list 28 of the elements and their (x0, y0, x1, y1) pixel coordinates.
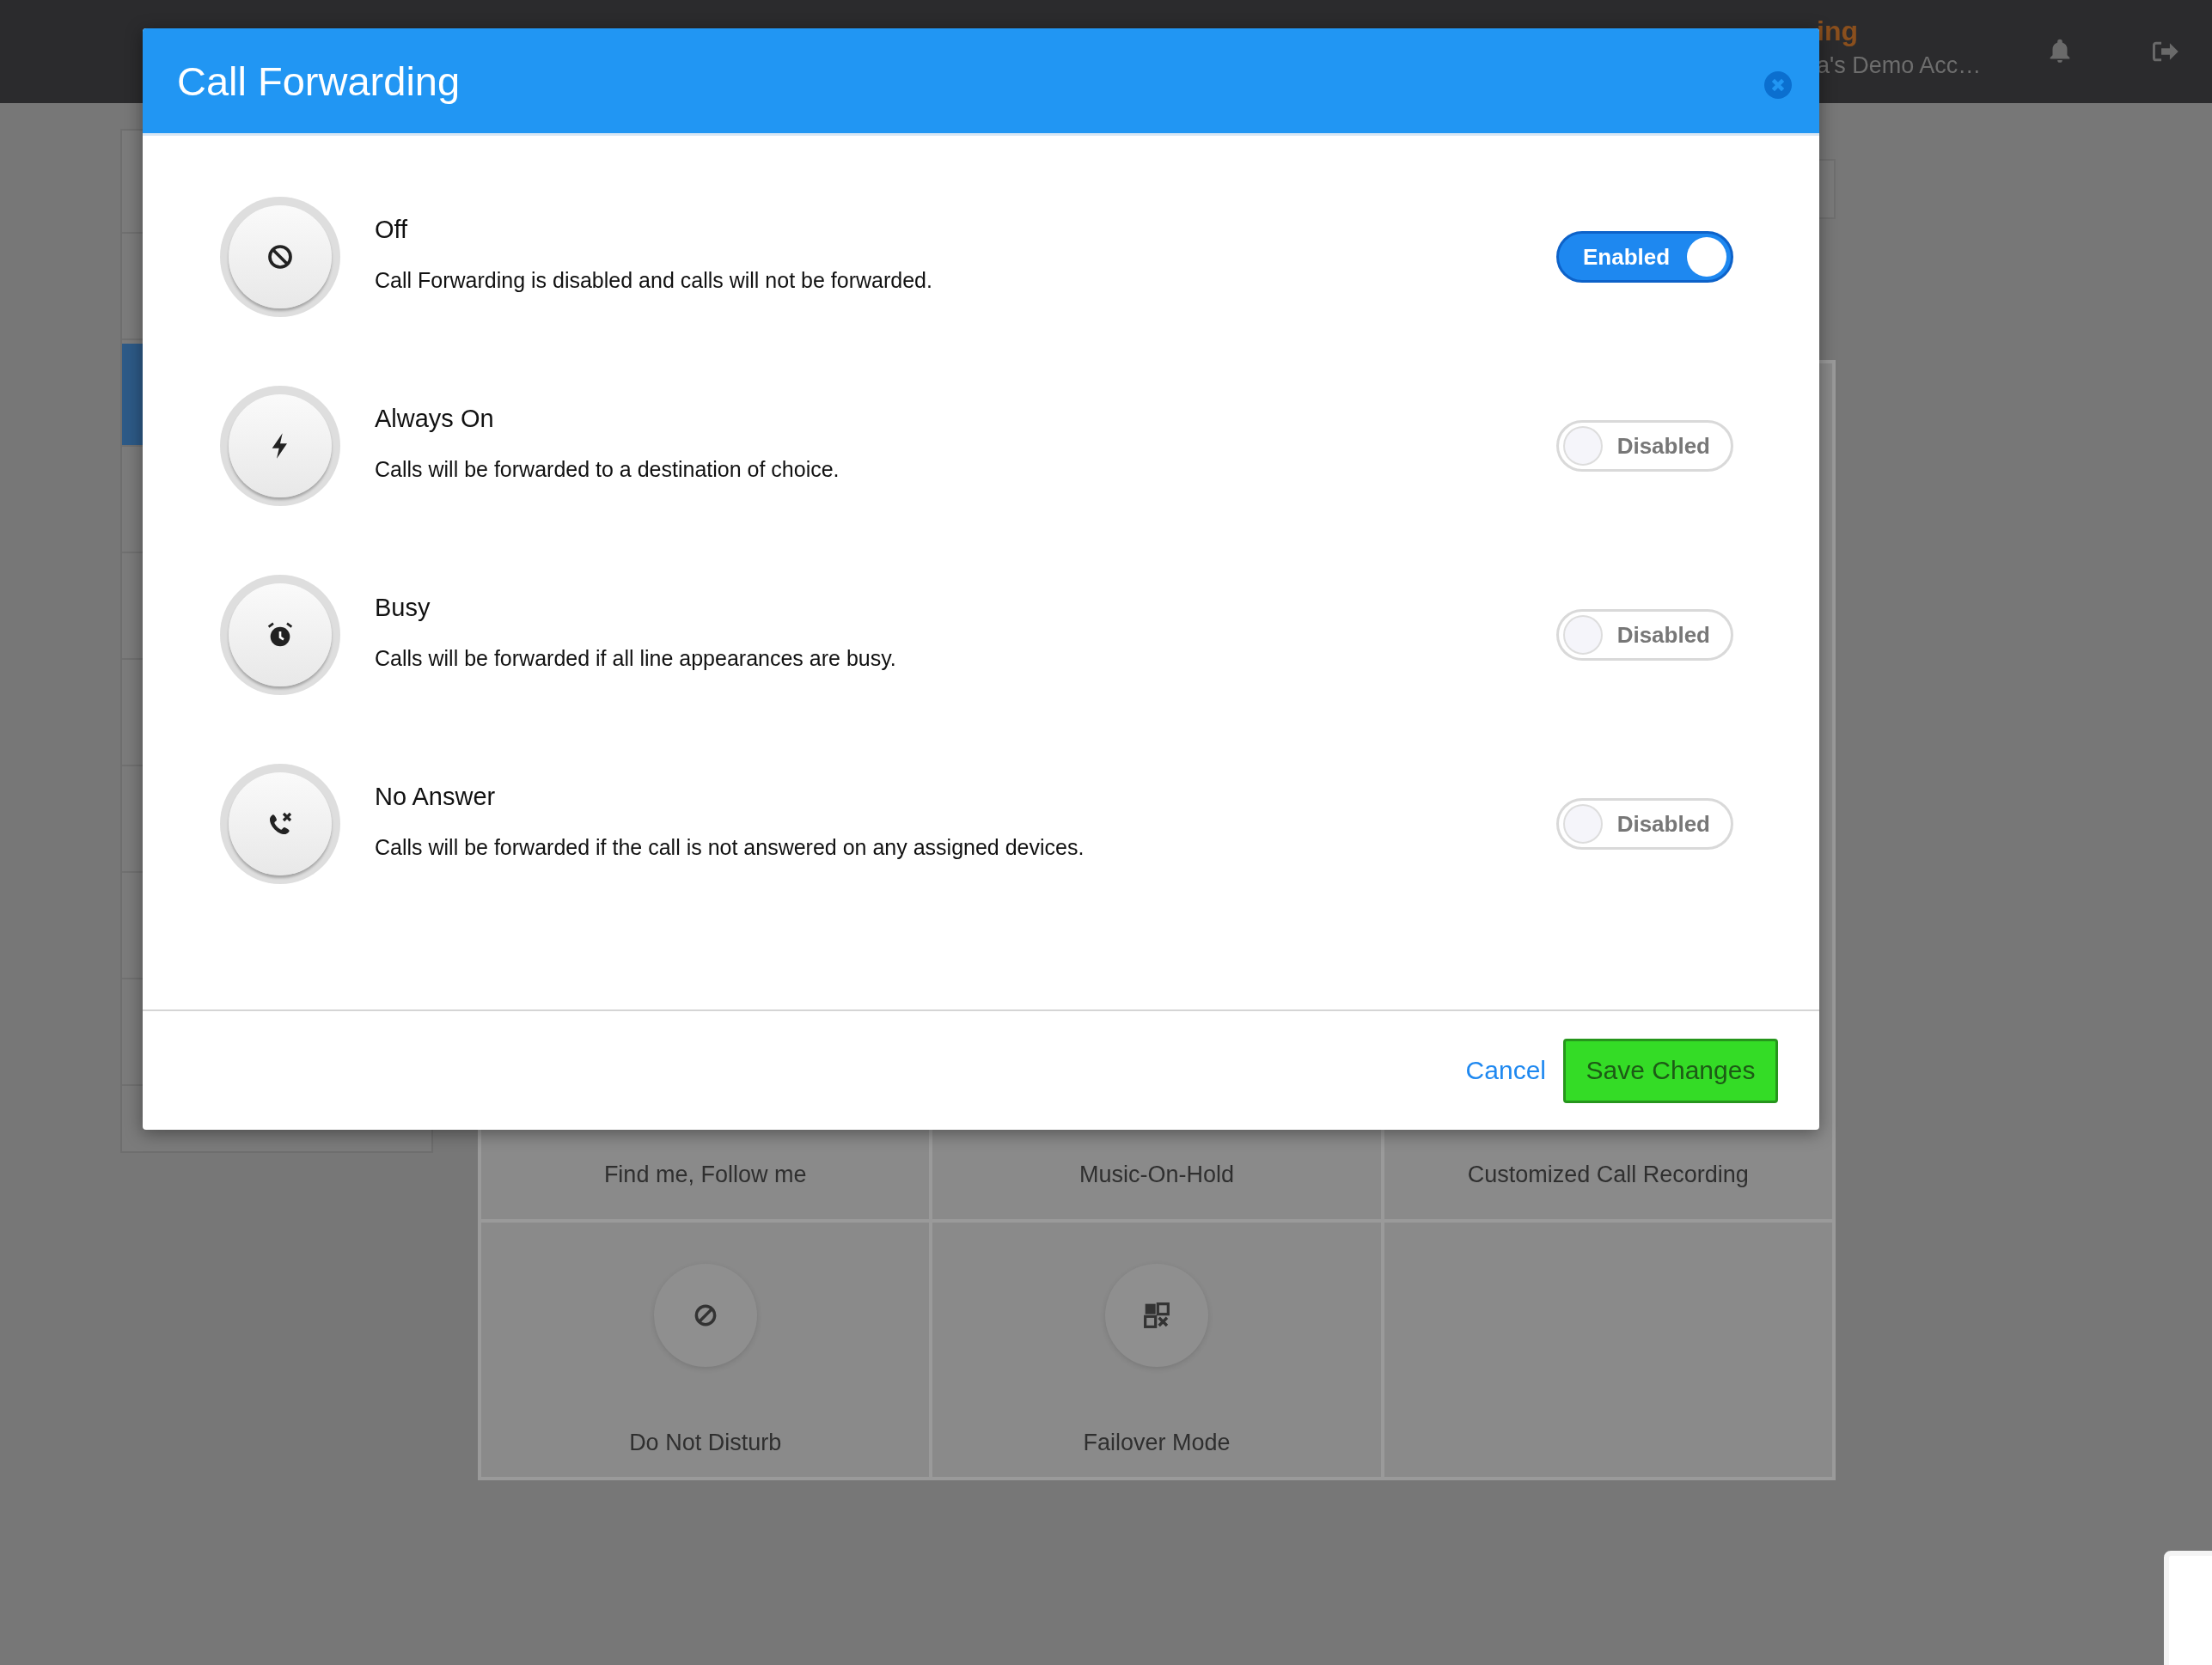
save-changes-button[interactable]: Save Changes (1563, 1038, 1778, 1103)
option-description: Call Forwarding is disabled and calls will not be forwarded. (375, 268, 933, 293)
tile-label: Do Not Disturb (629, 1430, 782, 1456)
ban-icon (266, 243, 294, 271)
qr-code-icon (1143, 1302, 1170, 1329)
feature-tile[interactable]: Do Not Disturb (480, 1221, 932, 1479)
option-title: Always On (375, 405, 495, 433)
toggle-switch[interactable]: Disabled (1556, 609, 1733, 661)
option-title: Busy (375, 594, 431, 622)
tile-label: Music-On-Hold (1079, 1162, 1234, 1188)
feature-tile[interactable]: Failover Mode (931, 1221, 1383, 1479)
sign-out-icon[interactable] (2152, 40, 2179, 64)
toggle-switch[interactable]: Disabled (1556, 420, 1733, 472)
alarm-clock-icon (266, 621, 294, 649)
tile-label: Failover Mode (1083, 1430, 1231, 1456)
masquerade-label: ing (1817, 15, 1859, 48)
cancel-link[interactable]: Cancel (1465, 1056, 1546, 1085)
tile-label: Find me, Follow me (603, 1162, 807, 1188)
close-icon[interactable] (1764, 71, 1792, 99)
dialog-title: Call Forwarding (177, 57, 461, 105)
toggle-switch[interactable]: Disabled (1556, 798, 1733, 850)
option-description: Calls will be forwarded if all line appearances are busy. (375, 646, 897, 671)
option-title: No Answer (375, 783, 497, 811)
option-description: Calls will be forwarded to a destination of choice. (375, 457, 840, 482)
option-title: Off (375, 216, 409, 244)
option-description: Calls will be forwarded if the call is not answered on any assigned devices. (375, 835, 1085, 860)
tile-label: Customized Call Recording (1467, 1162, 1749, 1188)
toggle-switch[interactable]: Enabled (1556, 231, 1733, 283)
